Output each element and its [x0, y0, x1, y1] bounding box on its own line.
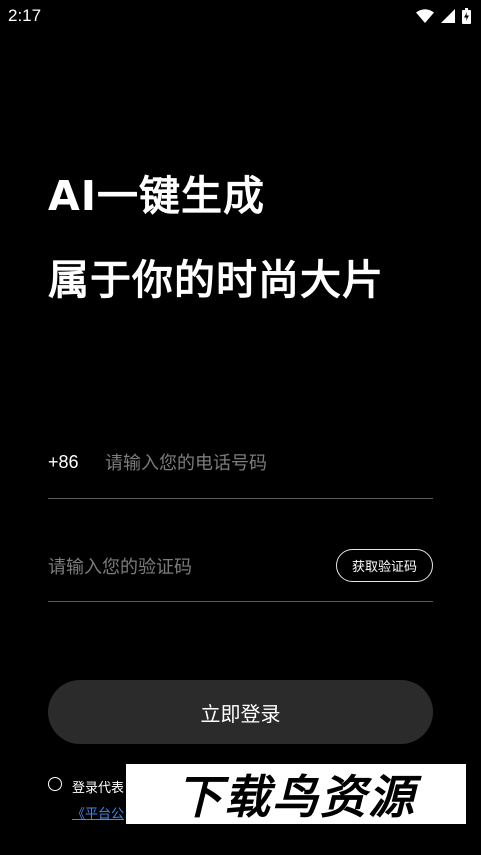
phone-input[interactable] — [105, 448, 405, 478]
phone-row: +86 — [48, 438, 433, 499]
login-button[interactable]: 立即登录 — [48, 680, 433, 744]
status-bar: 2:17 — [0, 0, 481, 34]
headline-line-2: 属于你的时尚大片 — [48, 256, 384, 304]
agreement-text: 登录代表 — [72, 781, 125, 796]
wifi-icon — [416, 9, 434, 23]
get-code-button[interactable]: 获取验证码 — [336, 549, 433, 582]
status-time: 2:17 — [8, 6, 42, 25]
headline-line-1: AI一键生成 — [48, 172, 265, 220]
status-icons — [416, 8, 471, 24]
watermark-text: 下载鸟资源 — [176, 770, 416, 824]
battery-charging-icon — [462, 8, 471, 24]
signal-icon — [441, 9, 455, 23]
country-code[interactable]: +86 — [48, 452, 79, 473]
agree-radio[interactable] — [48, 777, 62, 791]
watermark: 下载鸟资源 — [126, 764, 466, 824]
code-row: 获取验证码 — [48, 540, 433, 602]
platform-agreement-link[interactable]: 《平台公 — [72, 803, 124, 822]
verification-code-input[interactable] — [48, 552, 318, 582]
